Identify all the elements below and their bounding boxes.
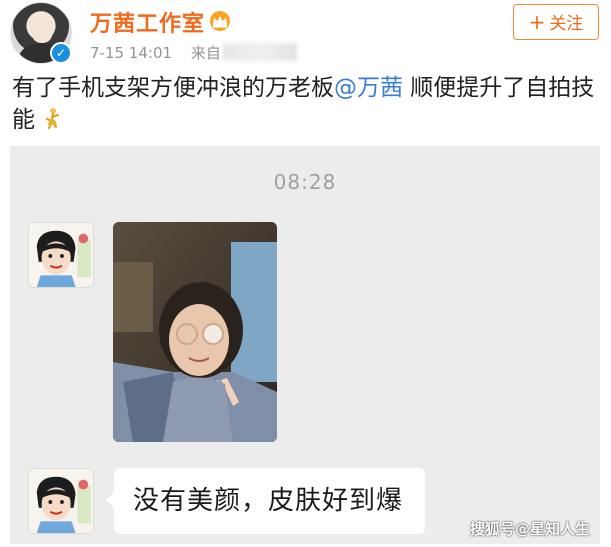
follow-label: 关注 (549, 14, 584, 34)
post-text: 有了手机支架方便冲浪的万老板@万茜 顺便提升了自拍技能 (12, 72, 602, 136)
cartoon-avatar-icon (29, 223, 93, 287)
post-meta: 7-15 14:01 来自 (90, 42, 297, 63)
verified-badge-icon: ✓ (50, 42, 72, 64)
chat-screenshot: 08:28 没有美颜，皮肤好到爆 (10, 146, 600, 544)
cartoon-avatar-icon (29, 469, 93, 533)
post-source-label: 来自 (190, 44, 221, 62)
chat-avatar-second[interactable] (28, 468, 94, 534)
dancer-emoji-icon (46, 108, 60, 130)
chat-avatar[interactable] (28, 222, 94, 288)
post-text-main: 有了手机支架方便冲浪的万老板 (12, 75, 334, 101)
selfie-photo[interactable] (113, 222, 277, 442)
account-name[interactable]: 万茜工作室 (90, 6, 205, 38)
follow-button[interactable]: + 关注 (513, 4, 599, 40)
blurred-source (222, 43, 297, 61)
selfie-image (113, 222, 277, 442)
weibo-post: ✓ 万茜工作室 7-15 14:01 来自 + 关注 有了手机支架方便冲浪的万老板… (0, 0, 611, 547)
watermark: 搜狐号@星知人生 (470, 520, 591, 538)
chat-message-bubble[interactable]: 没有美颜，皮肤好到爆 (106, 468, 425, 534)
crown-icon (210, 11, 230, 31)
mention-link[interactable]: @万茜 (334, 75, 403, 101)
post-time: 7-15 14:01 (90, 44, 173, 62)
chat-timestamp: 08:28 (273, 170, 337, 194)
plus-icon: + (528, 10, 546, 34)
